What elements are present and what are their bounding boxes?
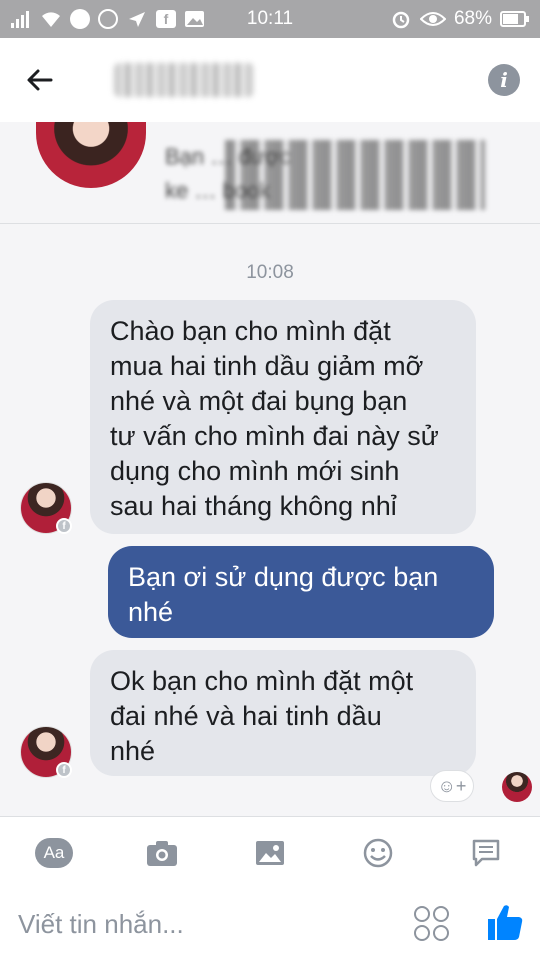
seen-indicator-avatar [502, 772, 532, 802]
message-line: tư vấn cho mình đai này sử [110, 421, 439, 451]
profile-avatar[interactable] [36, 122, 146, 188]
sticker-face-icon [433, 925, 449, 941]
camera-icon [147, 841, 177, 866]
profile-card: Bạn … được ke … book [0, 122, 540, 224]
message-bubble-incoming[interactable]: Ok bạn cho mình đặt một đai nhé và hai t… [90, 650, 476, 776]
emoji-button[interactable] [358, 835, 398, 871]
add-reaction-icon: ☺+ [437, 775, 467, 796]
facebook-badge-icon: f [56, 518, 72, 534]
back-button[interactable] [20, 60, 60, 100]
profile-info-redacted: Bạn … được ke … book [165, 140, 495, 214]
conversation-header: i [0, 38, 540, 122]
message-bubble-incoming[interactable]: Chào bạn cho mình đặt mua hai tinh dầu g… [90, 300, 476, 534]
message-line: Bạn ơi sử dụng được bạn [128, 562, 439, 592]
message-line: nhé [128, 597, 174, 627]
text-format-icon: Aa [35, 838, 73, 868]
status-time: 10:11 [246, 8, 294, 29]
facebook-badge-icon: f [56, 762, 72, 778]
composer-toolbar: Aa [0, 816, 540, 888]
contact-name-redacted[interactable] [114, 63, 254, 97]
info-icon: i [500, 68, 508, 92]
chat-extension-button[interactable] [466, 835, 506, 871]
add-reaction-button[interactable]: ☺+ [430, 770, 474, 802]
image-button[interactable] [250, 835, 290, 871]
sticker-face-icon [414, 925, 430, 941]
emoji-icon [363, 838, 393, 868]
message-bubble-outgoing[interactable]: Bạn ơi sử dụng được bạn nhé [108, 546, 494, 638]
message-timestamp: 10:08 [246, 262, 294, 283]
message-line: nhé [110, 736, 156, 766]
camera-button[interactable] [142, 835, 182, 871]
message-line: đai nhé và hai tinh dầu [110, 701, 382, 731]
sticker-icon[interactable] [414, 906, 450, 942]
message-line: Ok bạn cho mình đặt một [110, 666, 414, 696]
message-line: dụng cho mình mới sinh [110, 456, 400, 486]
arrow-left-icon [27, 69, 53, 91]
message-input[interactable] [18, 906, 388, 942]
sticker-face-icon [414, 906, 430, 922]
status-bar: f 10:11 68% [0, 0, 540, 38]
compose-bar [0, 888, 540, 960]
text-format-button[interactable]: Aa [34, 835, 74, 871]
message-line: Chào bạn cho mình đặt [110, 316, 391, 346]
chat-extension-icon [472, 839, 500, 867]
message-line: sau hai tháng không nhỉ [110, 491, 397, 521]
like-button[interactable] [486, 902, 524, 942]
image-icon [256, 841, 284, 865]
info-button[interactable]: i [488, 64, 520, 96]
sticker-face-icon [433, 906, 449, 922]
message-line: mua hai tinh dầu giảm mỡ [110, 351, 424, 381]
message-line: nhé và một đai bụng bạn [110, 386, 408, 416]
redaction-smudge [225, 140, 485, 210]
